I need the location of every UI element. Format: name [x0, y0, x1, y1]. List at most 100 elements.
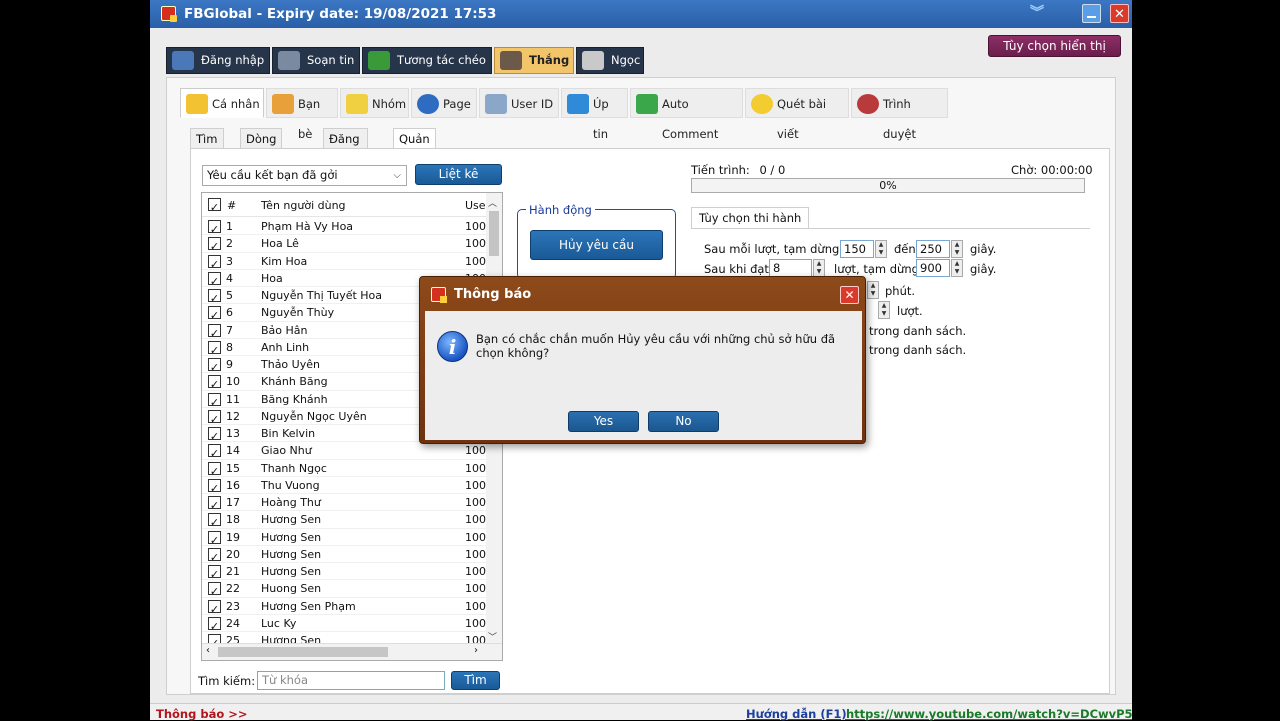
row-checkbox[interactable]: ✓	[208, 582, 221, 598]
row-checkbox[interactable]: ✓	[208, 496, 221, 512]
tab-user-id[interactable]: User ID	[479, 88, 559, 118]
tab-personal[interactable]: Cá nhân	[180, 88, 264, 118]
horizontal-scrollbar[interactable]: ‹ ›	[202, 643, 502, 660]
pause-from-input[interactable]: 150	[840, 240, 874, 258]
request-type-select[interactable]: Yêu cầu kết bạn đã gởi ⌵	[202, 165, 407, 186]
tab-manage-friends[interactable]: Quản lý kết bạn	[393, 128, 436, 209]
list-item[interactable]: ✓ 23 Hương Sen Phạm 100	[202, 598, 487, 616]
pause-to-input[interactable]: 250	[916, 240, 950, 258]
row-checkbox[interactable]: ✓	[208, 271, 221, 288]
youtube-link[interactable]: https://www.youtube.com/watch?v=DCwvP5TG…	[846, 707, 1132, 721]
tab-browser[interactable]: Trình duyệt	[851, 88, 948, 141]
list-item[interactable]: ✓ 2 Hoa Lê 100	[202, 235, 487, 253]
row-checkbox[interactable]: ✓	[208, 478, 221, 495]
row-checkbox[interactable]: ✓	[208, 513, 221, 529]
scroll-right-icon[interactable]: ›	[474, 645, 478, 656]
list-item[interactable]: ✓ 17 Hoàng Thư 100	[202, 494, 487, 512]
page-icon	[417, 94, 439, 114]
row-checkbox[interactable]: ✓	[208, 530, 221, 547]
row-checkbox[interactable]: ✓	[208, 340, 221, 357]
hscroll-thumb[interactable]	[218, 647, 388, 657]
collapse-icon[interactable]: ︾	[1026, 4, 1045, 23]
chevron-down-icon: ⌵	[393, 170, 401, 181]
minimize-button[interactable]	[1082, 4, 1101, 23]
list-item[interactable]: ✓ 3 Kim Hoa 100	[202, 253, 487, 271]
long-pause-input[interactable]: 900	[916, 259, 950, 277]
row-checkbox[interactable]: ✓	[208, 254, 221, 271]
search-input[interactable]: Từ khóa	[257, 671, 445, 690]
minutes-stepper[interactable]: ▲ ▼	[867, 281, 879, 299]
tab-friends[interactable]: Bạn bè	[266, 88, 338, 141]
scroll-thumb[interactable]	[489, 211, 499, 256]
turns-stepper[interactable]: ▲ ▼	[878, 301, 890, 319]
row-checkbox[interactable]: ✓	[208, 358, 221, 374]
comment-icon	[636, 94, 658, 114]
row-checkbox[interactable]: ✓	[208, 375, 221, 391]
scroll-up-icon[interactable]: ︿	[488, 196, 497, 209]
tab-scan-posts[interactable]: Quét bài viết	[745, 88, 849, 141]
list-item[interactable]: ✓ 18 Hương Sen 100	[202, 511, 487, 529]
row-number: 14	[226, 444, 240, 458]
search-label: Tìm kiếm:	[198, 674, 256, 688]
list-item[interactable]: ✓ 20 Hương Sen 100	[202, 546, 487, 564]
tab-wall-post[interactable]: Đăng tường	[323, 128, 369, 167]
cancel-request-button[interactable]: Hủy yêu cầu	[530, 230, 663, 260]
long-pause-stepper[interactable]: ▲ ▼	[951, 259, 963, 277]
tab-account-thang[interactable]: Thắng	[494, 47, 574, 74]
row-checkbox[interactable]: ✓	[208, 599, 221, 616]
no-button[interactable]: No	[648, 411, 719, 432]
row-checkbox[interactable]: ✓	[208, 547, 221, 564]
list-item[interactable]: ✓ 24 Luc Ky 100	[202, 615, 487, 633]
list-item[interactable]: ✓ 22 Huong Sen 100	[202, 580, 487, 598]
row-number: 21	[226, 565, 240, 578]
tab-find-friends[interactable]: Tìm bạn	[190, 128, 224, 167]
to-label: đến	[894, 242, 916, 256]
scroll-down-icon[interactable]: ﹀	[488, 630, 497, 643]
row-checkbox[interactable]: ✓	[208, 427, 221, 443]
tab-timeline[interactable]: Dòng thời gian	[240, 128, 283, 188]
dialog-close-button[interactable]: ✕	[840, 286, 859, 304]
pause-from-stepper[interactable]: ▲ ▼	[875, 240, 887, 258]
tab-groups[interactable]: Nhóm	[340, 88, 409, 118]
row-checkbox[interactable]: ✓	[208, 220, 221, 236]
row-checkbox[interactable]: ✓	[208, 616, 221, 633]
turn-count-stepper[interactable]: ▲ ▼	[813, 259, 825, 277]
tab-compose[interactable]: Soạn tin	[272, 47, 360, 74]
tab-cross-interact[interactable]: Tương tác chéo	[362, 47, 492, 74]
list-item[interactable]: ✓ 19 Hương Sen 100	[202, 529, 487, 547]
scroll-left-icon[interactable]: ‹	[206, 645, 210, 656]
row-checkbox[interactable]: ✓	[208, 392, 221, 409]
tab-auto-comment[interactable]: Auto Comment	[630, 88, 743, 141]
list-item[interactable]: ✓ 1 Phạm Hà Vy Hoa 100	[202, 218, 487, 236]
tab-page[interactable]: Page	[411, 88, 477, 118]
row-checkbox[interactable]: ✓	[208, 323, 221, 340]
list-item[interactable]: ✓ 21 Hương Sen 100	[202, 563, 487, 581]
row-number: 13	[226, 427, 240, 440]
list-button[interactable]: Liệt kê	[415, 164, 502, 185]
row-use: 100	[465, 444, 486, 458]
tab-login[interactable]: Đăng nhập	[166, 47, 270, 74]
globe-icon	[857, 94, 879, 114]
row-checkbox[interactable]: ✓	[208, 237, 221, 253]
tab-post-news[interactable]: Úp tin	[561, 88, 628, 141]
list-item[interactable]: ✓ 15 Thanh Ngọc 100	[202, 460, 487, 478]
close-button[interactable]: ✕	[1110, 4, 1129, 23]
row-checkbox[interactable]: ✓	[208, 444, 221, 460]
list-item[interactable]: ✓ 14 Giao Như 100	[202, 442, 487, 460]
pause-to-stepper[interactable]: ▲ ▼	[951, 240, 963, 258]
status-notification[interactable]: Thông báo >>	[156, 707, 248, 721]
tab-account-ngoc[interactable]: Ngọc	[576, 47, 644, 74]
turn-count-input[interactable]: 8	[769, 259, 812, 277]
yes-button[interactable]: Yes	[568, 411, 639, 432]
row-checkbox[interactable]: ✓	[208, 565, 221, 581]
list-item[interactable]: ✓ 16 Thu Vuong 100	[202, 477, 487, 495]
tab-execution-options[interactable]: Tùy chọn thi hành	[691, 207, 810, 229]
display-options-button[interactable]: Tùy chọn hiển thị	[988, 35, 1121, 57]
row-checkbox[interactable]: ✓	[208, 306, 221, 322]
row-checkbox[interactable]: ✓	[208, 409, 221, 426]
select-all-checkbox[interactable]: ✓	[208, 198, 221, 214]
search-button[interactable]: Tìm	[451, 671, 500, 690]
row-checkbox[interactable]: ✓	[208, 289, 221, 305]
help-link[interactable]: Hướng dẫn (F1)	[746, 707, 847, 721]
row-checkbox[interactable]: ✓	[208, 461, 221, 478]
